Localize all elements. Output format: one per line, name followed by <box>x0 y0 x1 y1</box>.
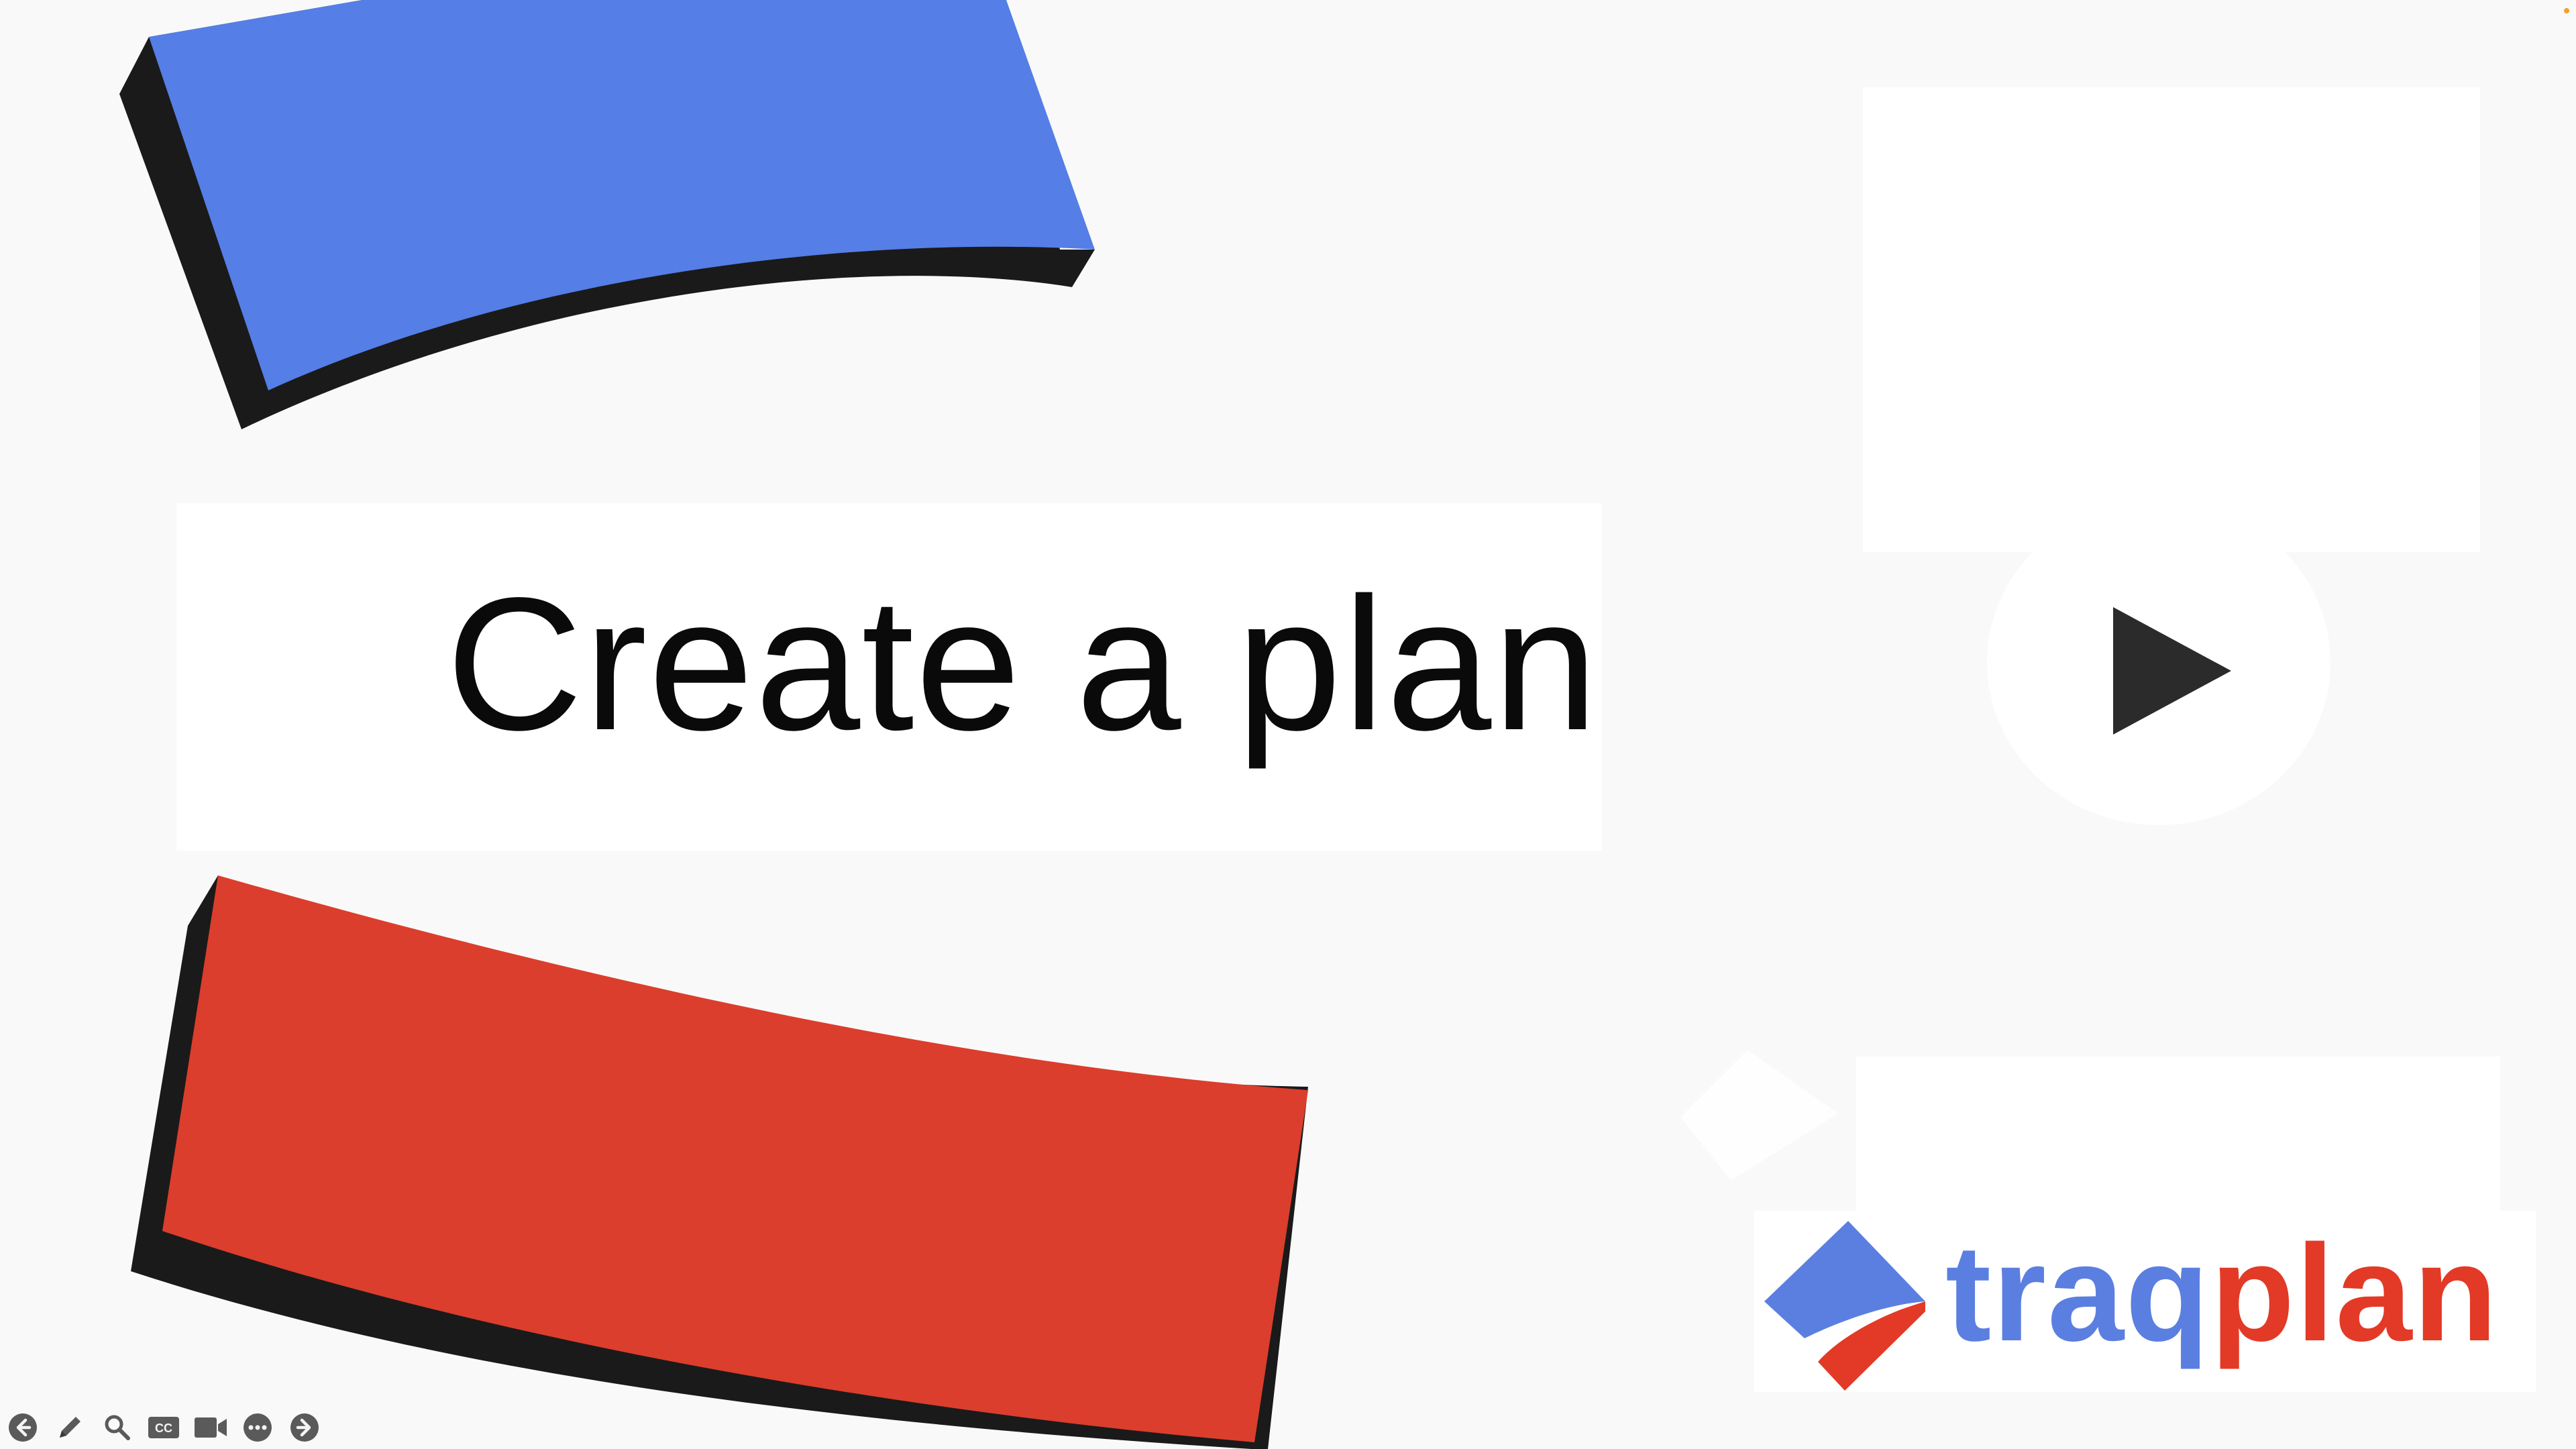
red-ribbon <box>162 875 1308 1442</box>
play-icon <box>2113 607 2231 735</box>
pencil-icon <box>60 1417 80 1438</box>
placeholder-panel-bottom <box>1856 1057 2500 1224</box>
previous-slide-button[interactable] <box>5 1411 40 1444</box>
logo-wordmark: traqplan <box>1945 1224 2499 1362</box>
slide-title: Create a plan <box>446 558 1600 769</box>
play-button[interactable] <box>1987 500 2330 825</box>
svg-text:CC: CC <box>155 1421 172 1435</box>
placeholder-panel-top <box>1863 87 2480 552</box>
next-slide-button[interactable] <box>287 1411 322 1444</box>
logo-word-traq: traq <box>1945 1216 2211 1370</box>
magnifier-icon <box>105 1415 130 1440</box>
slideshow-toolbar: CC <box>5 1411 334 1444</box>
blue-ribbon <box>149 0 1095 390</box>
more-options-button[interactable] <box>240 1411 275 1444</box>
captions-button[interactable]: CC <box>146 1411 181 1444</box>
logo-diamond-icon <box>1764 1221 1925 1391</box>
camera-button[interactable] <box>193 1411 228 1444</box>
traqplan-logo: traqplan <box>1754 1211 2536 1392</box>
logo-word-plan: plan <box>2210 1216 2499 1370</box>
ghost-diamond <box>1680 1050 1838 1181</box>
arrow-left-circle-icon <box>9 1413 37 1442</box>
pen-button[interactable] <box>52 1411 87 1444</box>
arrow-right-circle-icon <box>290 1413 319 1442</box>
zoom-button[interactable] <box>99 1411 134 1444</box>
presentation-slide: Create a plan traqplan CC <box>0 0 2576 1449</box>
recording-indicator-dot <box>2564 8 2569 13</box>
video-camera-icon <box>195 1417 227 1438</box>
ellipsis-circle-icon <box>244 1413 272 1442</box>
cc-icon: CC <box>148 1417 179 1438</box>
